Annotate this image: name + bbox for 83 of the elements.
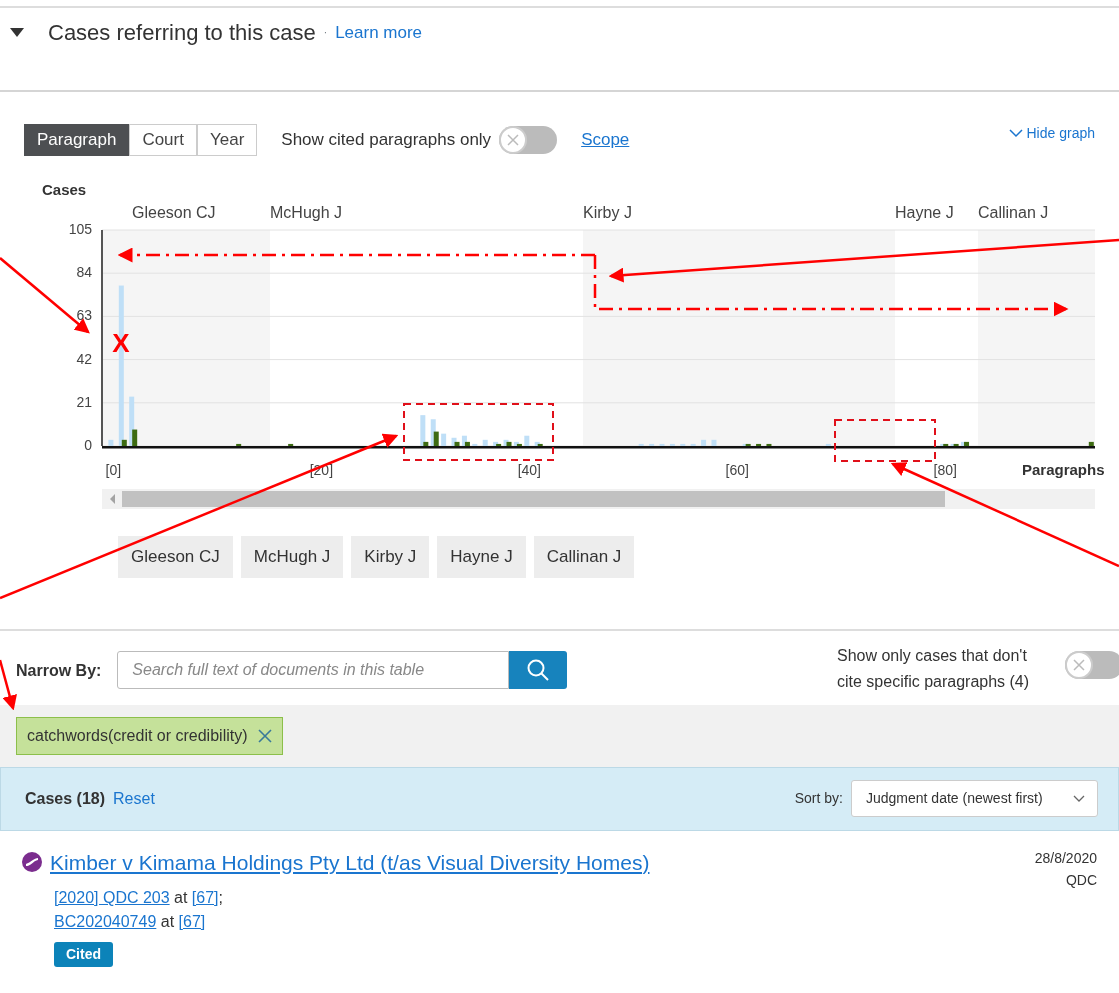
sort-label: Sort by:: [794, 789, 843, 808]
judge-label: Callinan J: [978, 204, 1049, 221]
axis-label: 105: [68, 221, 92, 237]
close-icon[interactable]: [257, 728, 272, 743]
bar: [669, 443, 675, 446]
reset-link[interactable]: Reset: [113, 786, 155, 811]
bar: [825, 443, 831, 446]
axis-label: 84: [76, 264, 92, 281]
judge-label: Gleeson CJ: [132, 204, 216, 221]
judge-button[interactable]: Kirby J: [351, 536, 430, 578]
axis-label: [0]: [105, 462, 122, 478]
search-field[interactable]: Search full text of documents in this table: [117, 650, 510, 689]
axis-label: 21: [76, 393, 92, 410]
bar: [108, 439, 114, 446]
bar: [680, 443, 686, 446]
axis-title: Paragraphs: [1022, 461, 1105, 478]
learn-more-link[interactable]: Learn more: [335, 19, 423, 46]
separator: ·: [323, 26, 328, 40]
axis-label: 42: [76, 350, 92, 367]
result-count: Cases (18): [25, 788, 106, 809]
case-icon: [22, 852, 42, 873]
collapse-toggle-icon[interactable]: [10, 28, 24, 37]
citation-text: at: [159, 913, 176, 930]
view-tab[interactable]: Paragraph: [24, 124, 130, 156]
case-date: 28/8/2020: [1034, 848, 1097, 868]
annotation-arrow: [0, 659, 17, 711]
toggle-switch[interactable]: [1065, 650, 1119, 679]
section-title: Cases referring to this case: [48, 19, 316, 47]
paragraph-link[interactable]: [67]: [178, 913, 206, 930]
citation-link[interactable]: [2020] QDC 203: [54, 889, 170, 906]
judge-label: Hayne J: [895, 204, 954, 221]
toggle-switch[interactable]: [499, 126, 558, 154]
axis-label: 63: [76, 307, 92, 324]
axis-title: Cases: [42, 181, 87, 198]
caret-icon: [1073, 794, 1085, 803]
toggle-label: Show cited paragraphs only: [281, 129, 492, 152]
axis-label: [80]: [933, 462, 957, 478]
bar: [638, 443, 644, 446]
close-icon: [505, 132, 522, 148]
bar: [659, 443, 665, 446]
scope-link[interactable]: Scope: [581, 127, 630, 153]
bar: [472, 443, 478, 446]
hide-graph-link[interactable]: Hide graph: [1008, 123, 1095, 144]
bar: [701, 439, 707, 446]
judge-button[interactable]: Hayne J: [437, 536, 526, 578]
chevron-icon: [1008, 129, 1023, 138]
toggle-label: Show only cases that don't cite specific paragraphs (4): [837, 645, 1031, 692]
citation-text: at: [173, 889, 189, 906]
bar: [1088, 441, 1094, 446]
status-badge: Cited: [54, 942, 113, 967]
sort-dropdown[interactable]: Judgment date (newest first): [851, 780, 1098, 817]
bar: [690, 443, 696, 446]
bar: [711, 439, 717, 446]
judge-button[interactable]: Callinan J: [533, 536, 635, 578]
bar: [524, 435, 530, 446]
bar: [441, 433, 447, 446]
court-name: QDC: [1064, 870, 1097, 890]
search-button[interactable]: [509, 650, 568, 689]
bar: [766, 443, 772, 446]
judge-label: Kirby J: [583, 204, 632, 221]
citation-link[interactable]: BC202040749: [54, 913, 157, 930]
filter-chip[interactable]: catchwords(credit or credibility): [16, 716, 283, 755]
bar: [756, 443, 762, 446]
judge-button[interactable]: Gleeson CJ: [118, 536, 233, 578]
view-tab[interactable]: Court: [129, 124, 197, 156]
axis-label: [60]: [725, 462, 749, 478]
citation-text: ;: [218, 889, 223, 906]
view-tab[interactable]: Year: [196, 124, 258, 156]
close-icon: [1071, 656, 1087, 673]
axis-label: 0: [84, 437, 92, 453]
bar: [236, 443, 242, 446]
bar: [649, 443, 655, 446]
scrollbar[interactable]: [102, 489, 1095, 509]
narrow-by-label: Narrow By:: [16, 660, 102, 681]
bar: [482, 439, 488, 446]
axis-label: [40]: [517, 462, 541, 478]
search-icon: [526, 657, 551, 682]
annotation-mark: X: [112, 328, 130, 358]
paragraph-link[interactable]: [67]: [191, 889, 219, 906]
case-title-link[interactable]: Kimber v Kimama Holdings Pty Ltd (t/as Visual Diversity Homes): [50, 846, 650, 878]
judge-label: McHugh J: [270, 204, 343, 221]
bar: [288, 443, 294, 446]
judge-button[interactable]: McHugh J: [240, 536, 344, 578]
